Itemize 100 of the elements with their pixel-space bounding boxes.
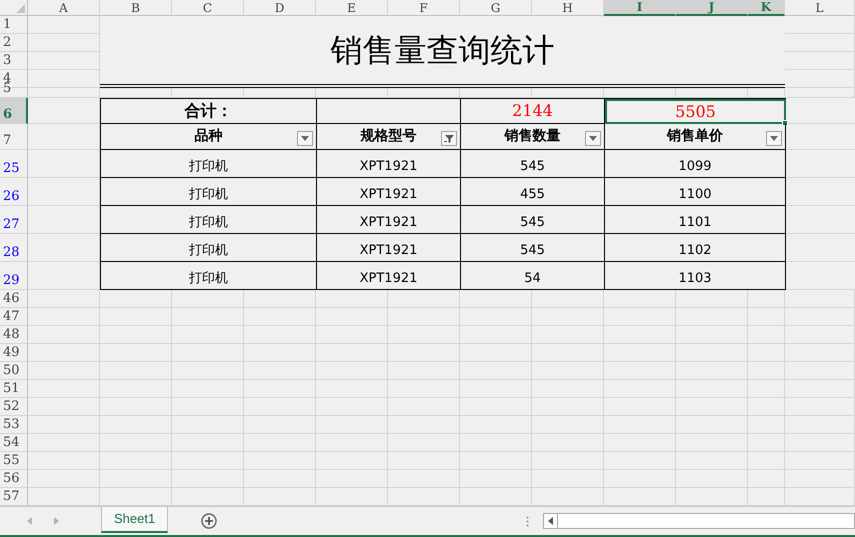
grid-cell	[460, 344, 532, 362]
row-number[interactable]: 48	[3, 327, 20, 343]
grid-cell	[172, 416, 244, 434]
row-number[interactable]: 56	[3, 471, 20, 487]
grid-cell	[28, 470, 100, 488]
grid-cell	[748, 380, 785, 398]
grid-cell	[676, 398, 748, 416]
column-header[interactable]: J	[676, 0, 748, 16]
grid-cell	[100, 416, 172, 434]
grid-cell	[28, 206, 100, 234]
row-number[interactable]: 46	[3, 291, 20, 307]
grid-cell	[172, 398, 244, 416]
table-cell: 打印机	[101, 234, 317, 262]
row-number[interactable]: 53	[3, 417, 20, 433]
grid-cell	[172, 290, 244, 308]
filter-button[interactable]	[441, 131, 457, 146]
column-header[interactable]: D	[244, 0, 316, 16]
column-header[interactable]: B	[100, 0, 172, 16]
sheet-title: 销售量查询统计	[330, 30, 554, 71]
sheet-tab[interactable]: Sheet1	[101, 506, 168, 532]
grid-cell	[604, 452, 676, 470]
row-number[interactable]: 55	[3, 453, 20, 469]
grid-cell	[28, 380, 100, 398]
horizontal-scrollbar[interactable]	[543, 513, 855, 529]
grid-cell	[676, 308, 748, 326]
grid-cell	[460, 398, 532, 416]
row-number[interactable]: 1	[3, 17, 12, 33]
grid-cell	[100, 470, 172, 488]
grid-cell	[388, 380, 460, 398]
row-number[interactable]: 3	[3, 53, 12, 69]
grid-cell	[604, 380, 676, 398]
table-cell: XPT1921	[317, 262, 461, 290]
row-number[interactable]: 26	[3, 189, 20, 205]
row-number[interactable]: 28	[3, 245, 20, 261]
grid-cell	[244, 416, 316, 434]
column-header[interactable]: E	[316, 0, 388, 16]
grid-cell	[28, 308, 100, 326]
grid-cell	[460, 290, 532, 308]
row-number[interactable]: 7	[3, 133, 12, 149]
table-cell: 545	[461, 234, 605, 262]
column-header[interactable]: C	[172, 0, 244, 16]
grid-cell	[532, 398, 604, 416]
filter-button[interactable]	[585, 131, 601, 146]
column-header[interactable]: F	[388, 0, 460, 16]
grid-cell	[460, 362, 532, 380]
grid-cell	[172, 452, 244, 470]
row-number[interactable]: 27	[3, 217, 20, 233]
filter-button[interactable]	[766, 131, 782, 146]
row-number[interactable]: 5	[3, 81, 12, 97]
caret-icon	[301, 136, 309, 141]
grid-cell	[388, 308, 460, 326]
column-header[interactable]: A	[28, 0, 100, 16]
row-number[interactable]: 50	[3, 363, 20, 379]
grid-cell	[100, 380, 172, 398]
selected-cell[interactable]: 5505	[605, 99, 786, 124]
column-header[interactable]: L	[785, 0, 855, 16]
grid-cell	[604, 434, 676, 452]
row-number[interactable]: 57	[3, 489, 20, 505]
header-cell: 销售数量	[461, 124, 605, 150]
grid-cell	[532, 344, 604, 362]
quantity-total: 2144	[512, 100, 553, 122]
grid-cell	[785, 362, 855, 380]
column-header[interactable]: G	[460, 0, 532, 16]
grid-cell	[28, 398, 100, 416]
table-cell: 1103	[605, 262, 786, 290]
column-header[interactable]: K	[748, 0, 785, 16]
grid-cell	[785, 34, 855, 52]
grid-cell	[388, 452, 460, 470]
column-header[interactable]: I	[604, 0, 676, 16]
grid-cell	[100, 398, 172, 416]
grid-cell	[532, 434, 604, 452]
grid-cell	[28, 70, 100, 88]
grid-cell	[532, 416, 604, 434]
table-cell: XPT1921	[317, 178, 461, 206]
fill-handle[interactable]	[782, 120, 788, 126]
filter-button[interactable]	[297, 131, 313, 146]
row-number[interactable]: 51	[3, 381, 20, 397]
grid-cell	[748, 398, 785, 416]
row-number[interactable]: 2	[3, 35, 12, 51]
grid-cell	[28, 88, 100, 98]
row-number[interactable]: 29	[3, 273, 20, 289]
grid-cell	[244, 470, 316, 488]
row-number[interactable]: 49	[3, 345, 20, 361]
row-number[interactable]: 54	[3, 435, 20, 451]
grid-cell	[388, 88, 460, 98]
total-label: 合计：	[184, 100, 232, 122]
grid-cell	[100, 362, 172, 380]
grid-cell	[676, 470, 748, 488]
grid-cell	[28, 262, 100, 290]
grid-cell	[785, 308, 855, 326]
scroll-left-icon	[548, 517, 554, 525]
grid-cell	[676, 434, 748, 452]
grid-cell	[100, 88, 172, 98]
row-number[interactable]: 47	[3, 309, 20, 325]
grid-cell	[604, 326, 676, 344]
grid-cell	[28, 326, 100, 344]
row-number[interactable]: 25	[3, 161, 20, 177]
scroll-right-icon	[54, 517, 59, 525]
grid-cell	[172, 380, 244, 398]
row-number[interactable]: 52	[3, 399, 20, 415]
